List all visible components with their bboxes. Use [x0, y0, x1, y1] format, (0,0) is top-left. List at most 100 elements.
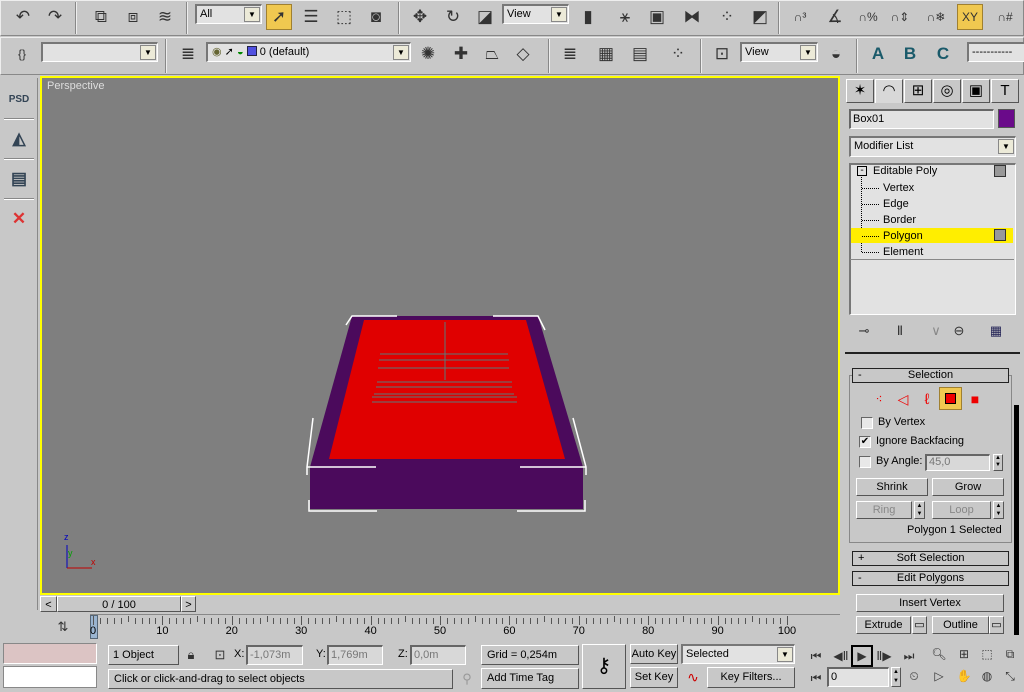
- zoom-all-icon[interactable]: ⊞: [953, 643, 975, 665]
- outline-settings-button[interactable]: ▭: [989, 616, 1004, 634]
- z-coordinate-field[interactable]: 0,0m: [410, 645, 466, 665]
- layer-dropdown[interactable]: ◉ ➚ ◒ 0 (default) ▼: [206, 42, 411, 62]
- object-color-swatch[interactable]: [998, 109, 1015, 128]
- time-slider-prev-button[interactable]: <: [40, 596, 57, 612]
- object-name-field[interactable]: Box01: [849, 109, 994, 129]
- outline-button[interactable]: Outline: [932, 616, 989, 634]
- add-time-tag-button[interactable]: Add Time Tag: [481, 668, 579, 689]
- vertex-subobject-icon[interactable]: ⁖: [866, 386, 892, 412]
- render-preset-c-icon[interactable]: C: [930, 41, 956, 67]
- select-by-name-icon[interactable]: ☰: [298, 4, 324, 30]
- collapse-minus-icon[interactable]: -: [857, 166, 867, 176]
- select-object-icon[interactable]: ➚: [266, 4, 292, 30]
- psd-remove-icon[interactable]: ✕: [6, 206, 32, 232]
- render-settings-icon[interactable]: ▤: [6, 166, 32, 192]
- edge-subobject-icon[interactable]: ◁: [890, 386, 916, 412]
- spinner-snap-toggle-icon[interactable]: ∩⇕: [887, 4, 913, 30]
- element-subobject-icon[interactable]: ■: [962, 386, 988, 412]
- select-objects-in-layer-icon[interactable]: ⏢: [479, 41, 505, 67]
- play-icon[interactable]: ▶: [851, 645, 873, 667]
- layers-icon[interactable]: ≣: [175, 41, 201, 67]
- select-and-link-icon[interactable]: ⧉: [88, 4, 114, 30]
- ignore-backfacing-checkbox[interactable]: ✔: [859, 436, 871, 448]
- maxscript-input[interactable]: [3, 666, 97, 688]
- align-icon[interactable]: ⁘: [714, 4, 740, 30]
- modifier-toggle-icon[interactable]: [994, 229, 1006, 241]
- ring-button[interactable]: Ring: [856, 501, 912, 519]
- angle-snap-toggle-icon[interactable]: ∡: [822, 4, 848, 30]
- zoom-icon[interactable]: 🔍︎: [928, 643, 950, 665]
- render-window-icon[interactable]: ◭: [6, 126, 32, 152]
- render-preset-b-icon[interactable]: B: [897, 41, 923, 67]
- select-and-scale-icon[interactable]: ◪: [472, 4, 498, 30]
- polygon-subobject-icon[interactable]: [939, 387, 962, 410]
- render-combo[interactable]: -----------: [967, 42, 1024, 62]
- auto-key-button[interactable]: Auto Key: [630, 644, 678, 664]
- time-tag-icon[interactable]: ⚲: [454, 666, 480, 692]
- selection-rollout-header[interactable]: - Selection: [852, 368, 1009, 383]
- hierarchy-tab[interactable]: ⊞: [904, 79, 932, 103]
- quick-render-icon[interactable]: ◒: [823, 41, 849, 67]
- go-to-start-icon[interactable]: ⏮: [805, 645, 827, 667]
- remove-modifier-icon[interactable]: ⊖: [946, 318, 972, 344]
- y-coordinate-field[interactable]: 1,769m: [327, 645, 383, 665]
- key-mode-dropdown[interactable]: Selected ▼: [681, 644, 795, 664]
- default-in-out-tangents-icon[interactable]: ∿: [680, 664, 706, 690]
- field-of-view-icon[interactable]: ▷: [928, 665, 950, 687]
- set-key-button[interactable]: Set Key: [630, 667, 678, 688]
- extrude-button[interactable]: Extrude: [856, 616, 911, 634]
- named-selection-sets-icon[interactable]: ◩: [747, 4, 773, 30]
- set-keys-button[interactable]: ⚷: [582, 644, 626, 689]
- select-and-rotate-icon[interactable]: ↻: [440, 4, 466, 30]
- set-current-layer-icon[interactable]: ◇: [510, 41, 536, 67]
- psd-teapot-icon[interactable]: PSD: [6, 86, 32, 112]
- current-frame-spinner[interactable]: ▲ ▼: [891, 667, 901, 687]
- render-preset-a-icon[interactable]: A: [865, 41, 891, 67]
- motion-tab[interactable]: ◎: [933, 79, 961, 103]
- axis-constraint-xy-icon[interactable]: XY: [957, 4, 983, 30]
- unlink-selection-icon[interactable]: ⧈: [120, 4, 146, 30]
- utilities-tab[interactable]: T: [991, 79, 1019, 103]
- snap-to-grid-icon[interactable]: ∩#: [992, 4, 1018, 30]
- next-frame-icon[interactable]: Ⅱ▶: [873, 645, 895, 667]
- configure-modifier-sets-icon[interactable]: ▦: [983, 318, 1009, 344]
- edit-polygons-rollout-header[interactable]: - Edit Polygons: [852, 571, 1009, 586]
- perspective-viewport[interactable]: Perspective z y x: [40, 76, 840, 595]
- by-angle-checkbox[interactable]: [859, 456, 871, 468]
- modifier-toggle-icon[interactable]: [994, 165, 1006, 177]
- shrink-button[interactable]: Shrink: [856, 478, 928, 496]
- add-to-layer-icon[interactable]: ✚: [448, 41, 474, 67]
- time-slider[interactable]: 0 / 100: [57, 596, 181, 612]
- pan-view-icon[interactable]: ✋: [953, 665, 975, 687]
- by-angle-spinner[interactable]: ▲ ▼: [993, 454, 1003, 471]
- display-tab[interactable]: ▣: [962, 79, 990, 103]
- select-and-manipulate-icon[interactable]: ⚹: [612, 4, 638, 30]
- absolute-mode-transform-icon[interactable]: ⊡: [207, 642, 233, 668]
- arc-rotate-icon[interactable]: ◍: [976, 665, 998, 687]
- selection-lock-icon[interactable]: 🔒︎: [178, 642, 204, 668]
- extrude-settings-button[interactable]: ▭: [912, 616, 927, 634]
- zoom-extents-all-icon[interactable]: ⧉: [999, 643, 1021, 665]
- key-filters-button[interactable]: Key Filters...: [707, 667, 795, 688]
- window-crossing-icon[interactable]: ◙: [363, 4, 389, 30]
- go-to-end-icon[interactable]: ⏭: [898, 645, 920, 667]
- maximize-viewport-icon[interactable]: ⤡: [999, 665, 1021, 687]
- maxscript-listener-mini[interactable]: [3, 643, 97, 664]
- bind-to-space-warp-icon[interactable]: ≋: [152, 4, 178, 30]
- command-panel-scrollbar[interactable]: [1014, 405, 1019, 635]
- time-slider-next-button[interactable]: >: [181, 596, 196, 612]
- loop-button[interactable]: Loop: [932, 501, 991, 519]
- render-type-dropdown[interactable]: View ▼: [740, 42, 818, 62]
- reference-coordinate-dropdown[interactable]: View ▼: [502, 4, 569, 24]
- x-coordinate-field[interactable]: -1,073m: [246, 645, 303, 665]
- layer-manager-icon[interactable]: ≣: [557, 41, 583, 67]
- create-tab[interactable]: ✶: [846, 79, 874, 103]
- schematic-view-icon[interactable]: ▤: [627, 41, 653, 67]
- pin-stack-icon[interactable]: ⊸: [851, 318, 877, 344]
- use-pivot-point-center-icon[interactable]: ▮: [575, 4, 601, 30]
- show-end-result-icon[interactable]: Ⅱ: [887, 318, 913, 344]
- curve-editor-icon[interactable]: ▦: [593, 41, 619, 67]
- ring-spinner[interactable]: ▲ ▼: [914, 501, 925, 519]
- modifier-list-dropdown[interactable]: Modifier List ▼: [849, 136, 1016, 157]
- create-new-layer-icon[interactable]: ✺: [415, 41, 441, 67]
